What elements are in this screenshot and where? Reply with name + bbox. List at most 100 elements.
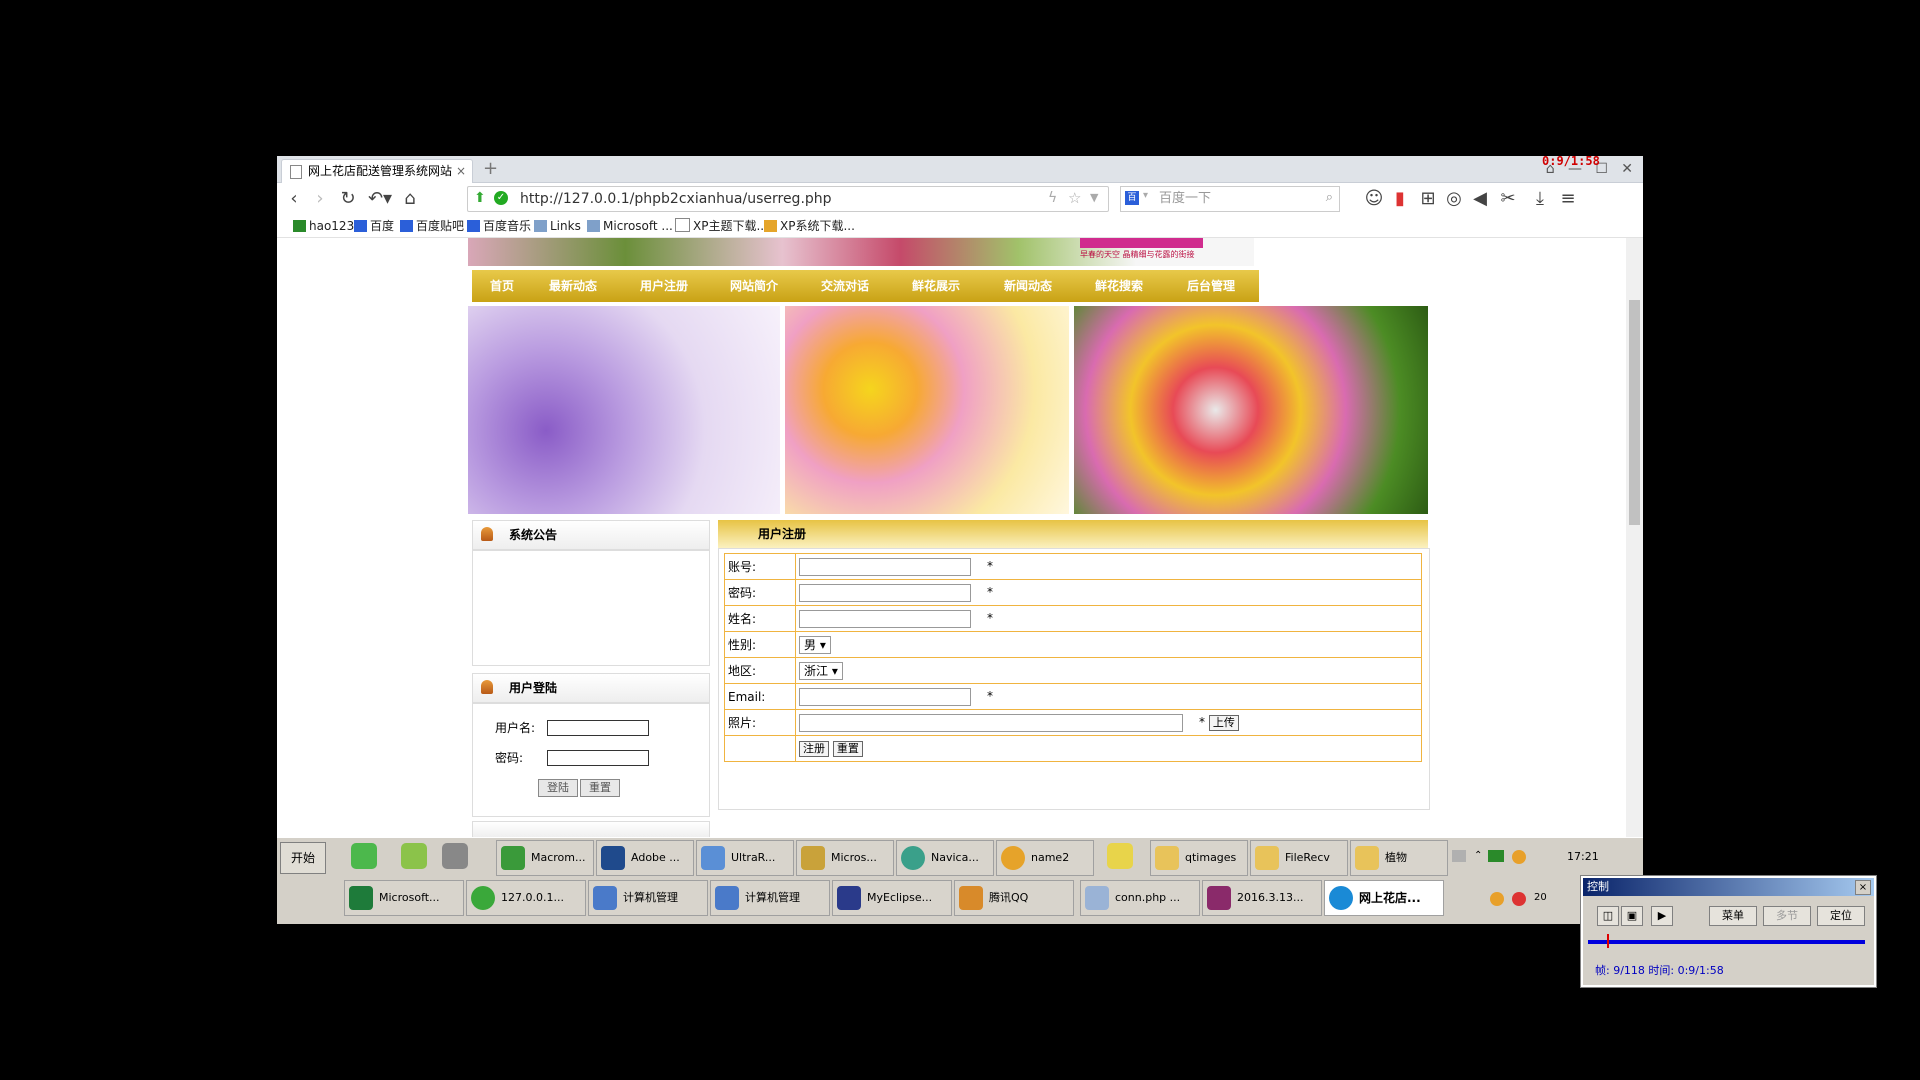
locate-button[interactable]: 定位	[1817, 906, 1865, 926]
submit-register-button[interactable]: 注册	[799, 740, 829, 757]
menu-home[interactable]: 首页	[490, 270, 514, 302]
bookmark-tieba[interactable]: 百度贴吧	[400, 217, 464, 235]
search-box[interactable]: 百 ▾ 百度一下 ⌕	[1120, 186, 1340, 212]
taskbar-item[interactable]: Microsoft...	[344, 880, 464, 916]
email-input[interactable]	[799, 687, 971, 706]
network-icon[interactable]	[1488, 850, 1504, 862]
account-input[interactable]	[799, 557, 971, 576]
apps-icon[interactable]: ⊞	[1417, 189, 1439, 209]
back-icon[interactable]: ‹	[283, 189, 305, 209]
timeline-marker[interactable]	[1607, 934, 1609, 948]
excel-icon	[349, 886, 373, 910]
login-button[interactable]: 登陆	[538, 779, 578, 797]
bookmark-hao123[interactable]: hao123	[293, 217, 354, 235]
menu-admin[interactable]: 后台管理	[1187, 270, 1235, 302]
page-scrollbar[interactable]	[1626, 238, 1643, 837]
next-frame-icon[interactable]: ▶	[1651, 906, 1673, 926]
volume-muted-icon[interactable]	[1512, 892, 1526, 906]
close-icon[interactable]: ×	[1855, 880, 1871, 895]
taskbar-item[interactable]: Navica...	[896, 840, 994, 876]
taskbar-item[interactable]: Micros...	[796, 840, 894, 876]
photo-input[interactable]	[799, 713, 1183, 732]
bookmark-xp-theme[interactable]: XP主题下载...	[675, 217, 768, 235]
taskbar-item[interactable]: 计算机管理	[588, 880, 708, 916]
scissors-icon[interactable]: ✂	[1497, 189, 1519, 209]
forward-icon[interactable]: ›	[309, 189, 331, 209]
android-icon[interactable]	[401, 843, 427, 869]
name-input[interactable]	[799, 609, 971, 628]
search-icon[interactable]: ⌕	[1326, 190, 1333, 205]
gender-select[interactable]: 男 ▾	[799, 635, 831, 654]
section-button[interactable]: 多节	[1763, 906, 1811, 926]
login-title: 用户登陆	[509, 681, 558, 695]
tab-active[interactable]: 网上花店配送管理系统网站 ×	[281, 159, 473, 183]
new-tab-button[interactable]: +	[483, 158, 498, 180]
taskbar-item[interactable]: FileRecv	[1250, 840, 1348, 876]
menu-flowers[interactable]: 鲜花展示	[912, 270, 960, 302]
taskbar-item[interactable]: UltraR...	[696, 840, 794, 876]
home-icon[interactable]: ⌂	[399, 189, 421, 209]
notes-icon[interactable]	[1107, 843, 1133, 869]
lightning-icon[interactable]: ϟ	[1048, 190, 1057, 206]
menu-chat[interactable]: 交流对话	[821, 270, 869, 302]
password-input[interactable]	[547, 750, 649, 766]
bookmark-music[interactable]: 百度音乐	[467, 217, 531, 235]
tab-close-icon[interactable]: ×	[456, 160, 466, 182]
undo-icon[interactable]: ↶▾	[365, 189, 395, 209]
menu-search[interactable]: 鲜花搜索	[1095, 270, 1143, 302]
menu-button[interactable]: 菜单	[1709, 906, 1757, 926]
reset-register-button[interactable]: 重置	[832, 740, 863, 757]
search-engine-icon[interactable]: 百	[1125, 191, 1139, 205]
remote-desktop-icon[interactable]	[442, 843, 468, 869]
chevron-up-icon[interactable]: ⌃	[1474, 850, 1482, 861]
taskbar-item[interactable]: 127.0.0.1...	[466, 880, 586, 916]
taskbar-item[interactable]: conn.php ...	[1080, 880, 1200, 916]
bookmark-xp-system[interactable]: XP系统下载...	[764, 217, 855, 235]
region-select[interactable]: 浙江 ▾	[799, 661, 843, 680]
taskbar-item[interactable]: qtimages	[1150, 840, 1248, 876]
qq-tray-icon[interactable]	[1512, 850, 1526, 864]
taskbar-item[interactable]: MyEclipse...	[832, 880, 952, 916]
speaker-icon[interactable]: ◀	[1469, 189, 1491, 209]
taskbar-item[interactable]: name2	[996, 840, 1094, 876]
qq-tray-icon[interactable]	[1490, 892, 1504, 906]
star-icon[interactable]: ☆	[1068, 189, 1081, 207]
taskbar-item[interactable]: 腾讯QQ	[954, 880, 1074, 916]
password-input[interactable]	[799, 583, 971, 602]
menu-news[interactable]: 新闻动态	[1004, 270, 1052, 302]
photoshop-icon	[601, 846, 625, 870]
upload-button[interactable]: 上传	[1208, 714, 1239, 731]
taskbar-item[interactable]: Macrom...	[496, 840, 594, 876]
username-input[interactable]	[547, 720, 649, 736]
menu-icon[interactable]: ≡	[1557, 189, 1579, 209]
menu-latest[interactable]: 最新动态	[549, 270, 597, 302]
address-bar[interactable]: ⬆ ✓ http://127.0.0.1/phpb2cxianhua/userr…	[467, 186, 1109, 212]
bookmark-links[interactable]: Links	[534, 217, 581, 235]
taskbar-item-active[interactable]: 网上花店...	[1324, 880, 1444, 916]
bookmark-microsoft[interactable]: Microsoft ...	[587, 217, 673, 235]
folder-icon	[1155, 846, 1179, 870]
download-icon[interactable]: ⤓	[1529, 189, 1551, 209]
menu-register[interactable]: 用户注册	[640, 270, 688, 302]
compass-icon[interactable]: ◎	[1443, 189, 1465, 209]
chat-icon[interactable]: ☺	[1363, 189, 1385, 209]
chevron-down-icon[interactable]: ▼	[1090, 191, 1098, 204]
start-button[interactable]: 开始	[280, 842, 326, 874]
menu-about[interactable]: 网站简介	[730, 270, 778, 302]
pause-icon[interactable]: ▣	[1621, 906, 1643, 926]
chevron-down-icon[interactable]: ▾	[1143, 190, 1148, 201]
stop-icon[interactable]: ◫	[1597, 906, 1619, 926]
search-input[interactable]: 百度一下	[1159, 187, 1211, 211]
tray-icon[interactable]	[1452, 850, 1466, 862]
timeline-track[interactable]	[1588, 940, 1865, 944]
wechat-icon[interactable]	[351, 843, 377, 869]
taskbar-item[interactable]: 2016.3.13...	[1202, 880, 1322, 916]
login-reset-button[interactable]: 重置	[580, 779, 620, 797]
refresh-icon[interactable]: ↻	[337, 189, 359, 209]
color-icon[interactable]: ▮	[1389, 189, 1411, 209]
taskbar-item[interactable]: Adobe ...	[596, 840, 694, 876]
bookmark-baidu[interactable]: 百度	[354, 217, 394, 235]
taskbar-item[interactable]: 植物	[1350, 840, 1448, 876]
taskbar-item[interactable]: 计算机管理	[710, 880, 830, 916]
scroll-thumb[interactable]	[1629, 300, 1640, 525]
